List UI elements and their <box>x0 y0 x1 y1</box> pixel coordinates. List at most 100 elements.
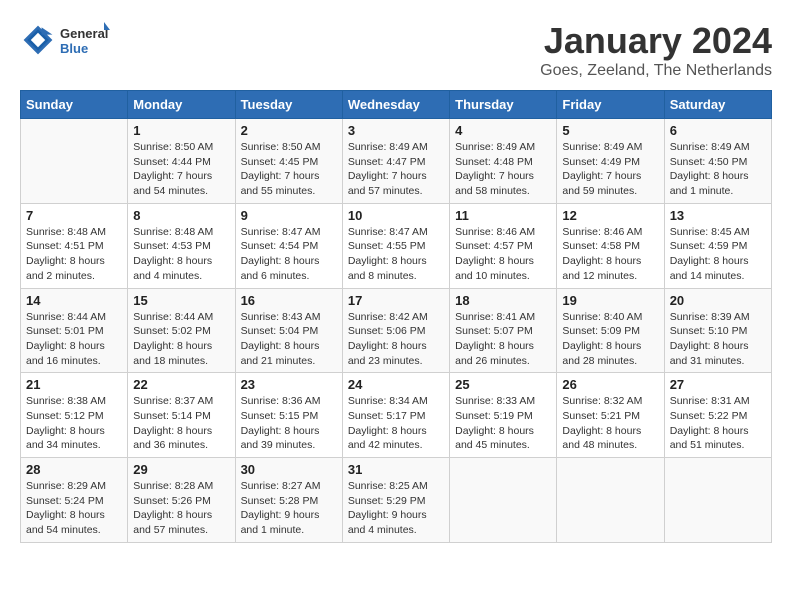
day-number: 23 <box>241 377 337 392</box>
calendar-cell <box>21 119 128 204</box>
calendar-cell: 24Sunrise: 8:34 AM Sunset: 5:17 PM Dayli… <box>342 373 449 458</box>
day-info: Sunrise: 8:48 AM Sunset: 4:53 PM Dayligh… <box>133 225 229 284</box>
day-number: 14 <box>26 293 122 308</box>
day-info: Sunrise: 8:42 AM Sunset: 5:06 PM Dayligh… <box>348 310 444 369</box>
day-number: 19 <box>562 293 658 308</box>
logo-graphic: General Blue <box>60 20 110 60</box>
day-number: 15 <box>133 293 229 308</box>
day-info: Sunrise: 8:45 AM Sunset: 4:59 PM Dayligh… <box>670 225 766 284</box>
calendar-cell: 15 Sunrise: 8:44 AM Sunset: 5:02 PM Dayli… <box>128 288 235 373</box>
day-info: Sunrise: 8:40 AM Sunset: 5:09 PM Dayligh… <box>562 310 658 369</box>
header-day-wednesday: Wednesday <box>342 91 449 119</box>
week-row-1: 7Sunrise: 8:48 AM Sunset: 4:51 PM Daylig… <box>21 203 772 288</box>
page-subtitle: Goes, Zeeland, The Netherlands <box>540 62 772 80</box>
calendar-cell: 11 Sunrise: 8:46 AM Sunset: 4:57 PM Dayli… <box>450 203 557 288</box>
calendar-table: SundayMondayTuesdayWednesdayThursdayFrid… <box>20 90 772 543</box>
calendar-cell: 27 Sunrise: 8:31 AM Sunset: 5:22 PM Dayli… <box>664 373 771 458</box>
calendar-cell: 7Sunrise: 8:48 AM Sunset: 4:51 PM Daylig… <box>21 203 128 288</box>
day-info: Sunrise: 8:49 AM Sunset: 4:47 PM Dayligh… <box>348 140 444 199</box>
day-number: 31 <box>348 462 444 477</box>
day-number: 25 <box>455 377 551 392</box>
calendar-cell: 5 Sunrise: 8:49 AM Sunset: 4:49 PM Daylig… <box>557 119 664 204</box>
week-row-0: 1Sunrise: 8:50 AM Sunset: 4:44 PM Daylig… <box>21 119 772 204</box>
day-info: Sunrise: 8:34 AM Sunset: 5:17 PM Dayligh… <box>348 394 444 453</box>
day-info: Sunrise: 8:38 AM Sunset: 5:12 PM Dayligh… <box>26 394 122 453</box>
calendar-body: 1Sunrise: 8:50 AM Sunset: 4:44 PM Daylig… <box>21 119 772 543</box>
day-number: 13 <box>670 208 766 223</box>
calendar-cell <box>450 458 557 543</box>
calendar-cell: 14Sunrise: 8:44 AM Sunset: 5:01 PM Dayli… <box>21 288 128 373</box>
day-info: Sunrise: 8:29 AM Sunset: 5:24 PM Dayligh… <box>26 479 122 538</box>
day-info: Sunrise: 8:43 AM Sunset: 5:04 PM Dayligh… <box>241 310 337 369</box>
day-info: Sunrise: 8:48 AM Sunset: 4:51 PM Dayligh… <box>26 225 122 284</box>
day-info: Sunrise: 8:49 AM Sunset: 4:49 PM Dayligh… <box>562 140 658 199</box>
calendar-cell: 12 Sunrise: 8:46 AM Sunset: 4:58 PM Dayli… <box>557 203 664 288</box>
day-number: 26 <box>562 377 658 392</box>
day-info: Sunrise: 8:49 AM Sunset: 4:48 PM Dayligh… <box>455 140 551 199</box>
day-number: 22 <box>133 377 229 392</box>
day-info: Sunrise: 8:46 AM Sunset: 4:57 PM Dayligh… <box>455 225 551 284</box>
day-number: 5 <box>562 123 658 138</box>
week-row-4: 28 Sunrise: 8:29 AM Sunset: 5:24 PM Dayli… <box>21 458 772 543</box>
header-day-monday: Monday <box>128 91 235 119</box>
calendar-cell: 9 Sunrise: 8:47 AM Sunset: 4:54 PM Daylig… <box>235 203 342 288</box>
day-info: Sunrise: 8:33 AM Sunset: 5:19 PM Dayligh… <box>455 394 551 453</box>
calendar-cell: 1Sunrise: 8:50 AM Sunset: 4:44 PM Daylig… <box>128 119 235 204</box>
page-header: General Blue January 2024 Goes, Zeeland,… <box>20 20 772 80</box>
calendar-header-row: SundayMondayTuesdayWednesdayThursdayFrid… <box>21 91 772 119</box>
day-number: 28 <box>26 462 122 477</box>
day-info: Sunrise: 8:27 AM Sunset: 5:28 PM Dayligh… <box>241 479 337 538</box>
calendar-cell: 26 Sunrise: 8:32 AM Sunset: 5:21 PM Dayli… <box>557 373 664 458</box>
day-number: 20 <box>670 293 766 308</box>
calendar-cell: 28 Sunrise: 8:29 AM Sunset: 5:24 PM Dayli… <box>21 458 128 543</box>
svg-text:Blue: Blue <box>60 41 88 56</box>
calendar-cell: 18 Sunrise: 8:41 AM Sunset: 5:07 PM Dayli… <box>450 288 557 373</box>
week-row-3: 21 Sunrise: 8:38 AM Sunset: 5:12 PM Dayli… <box>21 373 772 458</box>
day-number: 18 <box>455 293 551 308</box>
calendar-cell: 21 Sunrise: 8:38 AM Sunset: 5:12 PM Dayli… <box>21 373 128 458</box>
day-number: 27 <box>670 377 766 392</box>
day-number: 3 <box>348 123 444 138</box>
calendar-cell: 13 Sunrise: 8:45 AM Sunset: 4:59 PM Dayli… <box>664 203 771 288</box>
logo-icon <box>20 22 56 58</box>
header-day-saturday: Saturday <box>664 91 771 119</box>
day-info: Sunrise: 8:32 AM Sunset: 5:21 PM Dayligh… <box>562 394 658 453</box>
header-day-sunday: Sunday <box>21 91 128 119</box>
header-day-tuesday: Tuesday <box>235 91 342 119</box>
day-number: 16 <box>241 293 337 308</box>
title-block: January 2024 Goes, Zeeland, The Netherla… <box>540 20 772 80</box>
day-info: Sunrise: 8:41 AM Sunset: 5:07 PM Dayligh… <box>455 310 551 369</box>
calendar-cell: 8 Sunrise: 8:48 AM Sunset: 4:53 PM Daylig… <box>128 203 235 288</box>
calendar-cell: 30 Sunrise: 8:27 AM Sunset: 5:28 PM Dayli… <box>235 458 342 543</box>
day-number: 10 <box>348 208 444 223</box>
day-number: 30 <box>241 462 337 477</box>
calendar-cell: 29 Sunrise: 8:28 AM Sunset: 5:26 PM Dayli… <box>128 458 235 543</box>
day-info: Sunrise: 8:50 AM Sunset: 4:45 PM Dayligh… <box>241 140 337 199</box>
day-number: 8 <box>133 208 229 223</box>
day-info: Sunrise: 8:28 AM Sunset: 5:26 PM Dayligh… <box>133 479 229 538</box>
header-day-thursday: Thursday <box>450 91 557 119</box>
day-info: Sunrise: 8:39 AM Sunset: 5:10 PM Dayligh… <box>670 310 766 369</box>
calendar-cell: 4Sunrise: 8:49 AM Sunset: 4:48 PM Daylig… <box>450 119 557 204</box>
day-number: 12 <box>562 208 658 223</box>
svg-text:General: General <box>60 26 108 41</box>
calendar-cell: 25 Sunrise: 8:33 AM Sunset: 5:19 PM Dayli… <box>450 373 557 458</box>
day-info: Sunrise: 8:44 AM Sunset: 5:02 PM Dayligh… <box>133 310 229 369</box>
day-info: Sunrise: 8:46 AM Sunset: 4:58 PM Dayligh… <box>562 225 658 284</box>
day-number: 21 <box>26 377 122 392</box>
day-number: 11 <box>455 208 551 223</box>
day-number: 9 <box>241 208 337 223</box>
calendar-cell: 22Sunrise: 8:37 AM Sunset: 5:14 PM Dayli… <box>128 373 235 458</box>
day-info: Sunrise: 8:25 AM Sunset: 5:29 PM Dayligh… <box>348 479 444 538</box>
calendar-cell: 10Sunrise: 8:47 AM Sunset: 4:55 PM Dayli… <box>342 203 449 288</box>
calendar-cell <box>664 458 771 543</box>
day-info: Sunrise: 8:31 AM Sunset: 5:22 PM Dayligh… <box>670 394 766 453</box>
day-number: 2 <box>241 123 337 138</box>
day-number: 29 <box>133 462 229 477</box>
logo: General Blue <box>20 20 110 60</box>
calendar-cell: 23Sunrise: 8:36 AM Sunset: 5:15 PM Dayli… <box>235 373 342 458</box>
day-info: Sunrise: 8:47 AM Sunset: 4:54 PM Dayligh… <box>241 225 337 284</box>
day-number: 6 <box>670 123 766 138</box>
page-title: January 2024 <box>540 20 772 62</box>
calendar-cell: 19 Sunrise: 8:40 AM Sunset: 5:09 PM Dayli… <box>557 288 664 373</box>
